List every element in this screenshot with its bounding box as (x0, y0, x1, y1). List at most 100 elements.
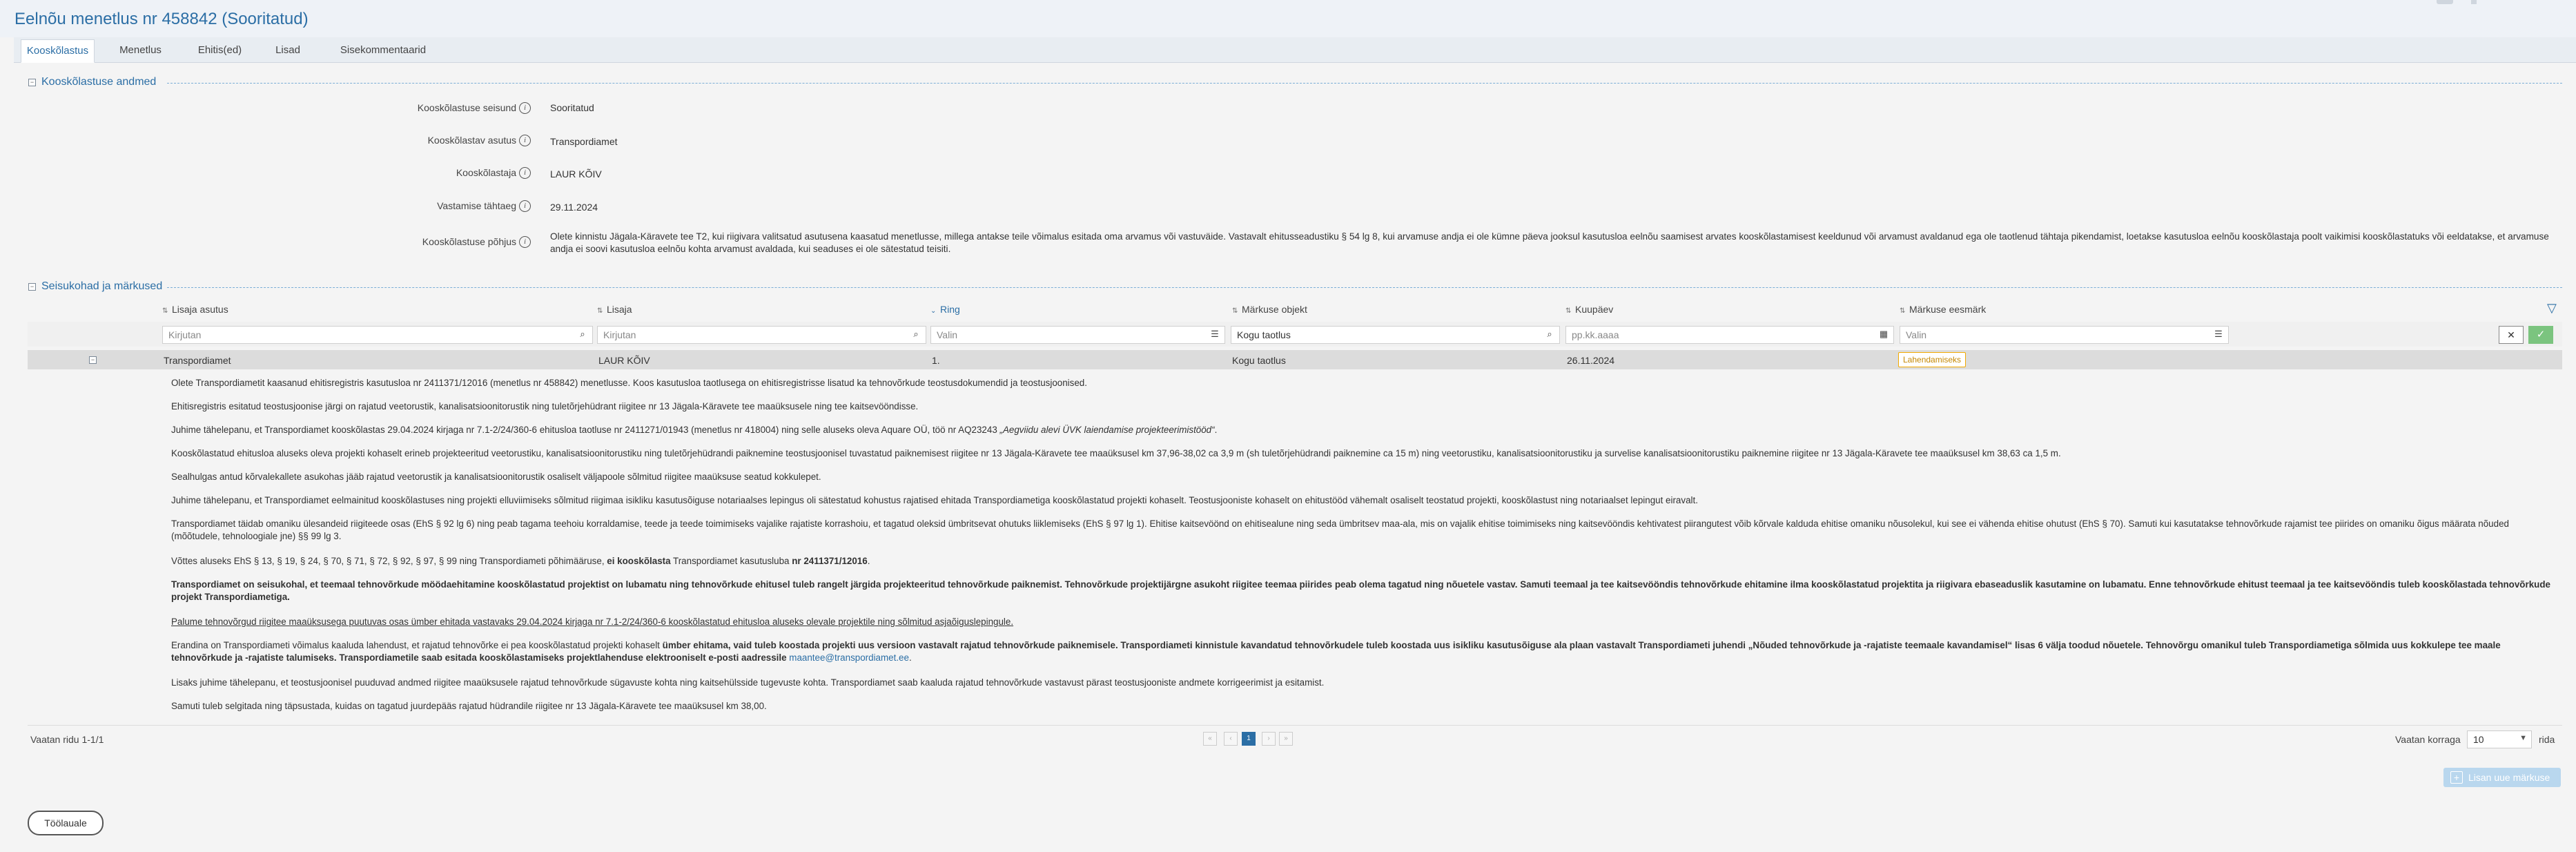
value-approval-status: Sooritatud (550, 102, 594, 113)
list-icon[interactable]: ☰ (1209, 329, 1220, 340)
apply-filters-button[interactable]: ✓ (2528, 326, 2553, 344)
remark-paragraph: Samuti tuleb selgitada ning täpsustada, … (171, 701, 767, 711)
filter-round-select[interactable]: Valin ☰ (930, 326, 1225, 344)
label-approving-agency: Kooskõlastav asutus (427, 135, 516, 146)
pagination-page-button[interactable]: 1 (1242, 732, 1256, 746)
column-header-adder[interactable]: ⇅ Lisaja (597, 304, 632, 315)
pagination-last-button[interactable]: » (1279, 732, 1293, 746)
per-page-value: 10 (2473, 734, 2484, 745)
page-title: Eelnõu menetlus nr 458842 (Sooritatud) (14, 10, 309, 28)
input-placeholder: pp.kk.aaaa (1572, 329, 1619, 340)
label-approval-reason: Kooskõlastuse põhjus (422, 236, 516, 247)
rows-suffix: rida (2539, 734, 2555, 745)
remark-paragraph: Olete Transpordiametit kaasanud ehitisre… (171, 378, 1087, 388)
section-divider (167, 83, 2562, 84)
pagination-prev-button[interactable]: ‹ (1224, 732, 1238, 746)
input-placeholder: Valin (1906, 329, 1927, 340)
back-to-dashboard-button[interactable]: Töölauale (28, 811, 104, 835)
value-approving-agency: Transpordiamet (550, 136, 618, 147)
text-span: Erandina on Transpordiameti võimalus kaa… (171, 640, 663, 650)
window-control[interactable] (2471, 0, 2477, 4)
row-expand-toggle[interactable]: − (89, 356, 97, 364)
info-icon[interactable]: i (519, 135, 531, 146)
section-divider (167, 287, 2562, 288)
tab-ehitised[interactable]: Ehitis(ed) (184, 39, 256, 61)
column-header-purpose[interactable]: ⇅ Märkuse eesmärk (1900, 304, 1986, 315)
tab-menetlus[interactable]: Menetlus (108, 39, 173, 61)
search-icon[interactable]: ⌕ (1544, 329, 1555, 340)
section-collapse-toggle[interactable]: − (28, 283, 36, 291)
filter-date-input[interactable]: pp.kk.aaaa ▦ (1565, 326, 1894, 344)
pagination-first-button[interactable]: « (1203, 732, 1217, 746)
label-approver: Kooskõlastaja (456, 167, 516, 178)
filter-org-input[interactable]: Kirjutan ⌕ (162, 326, 593, 344)
info-icon[interactable]: i (519, 236, 531, 248)
window-control[interactable] (2437, 0, 2453, 4)
tab-lisad[interactable]: Lisad (265, 39, 311, 61)
row-round: 1. (932, 355, 940, 366)
per-page-label: Vaatan korraga (2395, 734, 2461, 745)
sort-icon: ⇅ (597, 307, 603, 315)
search-icon[interactable]: ⌕ (577, 329, 588, 340)
column-label: Märkuse eesmärk (1909, 304, 1987, 315)
per-page-select[interactable]: 10 ▼ (2467, 730, 2532, 748)
column-label: Märkuse objekt (1242, 304, 1307, 315)
tab-sisekommentaarid[interactable]: Sisekommentaarid (324, 39, 442, 61)
plus-icon: + (2450, 771, 2463, 784)
input-placeholder: Kirjutan (168, 329, 202, 340)
info-icon[interactable]: i (519, 200, 531, 212)
column-header-date[interactable]: ⇅ Kuupäev (1565, 304, 1613, 315)
remark-paragraph: Lisaks juhime tähelepanu, et teostusjoon… (171, 677, 1325, 688)
add-remark-button[interactable]: + Lisan uue märkuse (2443, 768, 2561, 787)
text-span-bold: ei kooskõlasta (607, 556, 671, 566)
remark-paragraph: Transpordiamet on seisukohal, et teemaal… (171, 579, 2550, 602)
tab-bar: Kooskõlastus Menetlus Ehitis(ed) Lisad S… (14, 37, 2576, 63)
row-date: 26.11.2024 (1567, 355, 1615, 366)
sort-icon: ⇅ (162, 307, 168, 315)
column-label: Lisaja asutus (172, 304, 228, 315)
row-adder: LAUR KÕIV (598, 355, 650, 366)
divider (28, 725, 2562, 726)
info-icon[interactable]: i (519, 167, 531, 179)
sort-asc-icon: ⌄ (930, 307, 937, 315)
column-header-org[interactable]: ⇅ Lisaja asutus (162, 304, 228, 315)
pagination-next-button[interactable]: › (1262, 732, 1276, 746)
text-span: . (1214, 425, 1218, 435)
remark-paragraph: Sealhulgas antud kõrvalekallete asukohas… (171, 472, 821, 482)
section-title-remarks: Seisukohad ja märkused (41, 280, 163, 292)
info-icon[interactable]: i (519, 102, 531, 114)
remark-paragraph: Juhime tähelepanu, et Transpordiamet koo… (171, 424, 2559, 436)
page-header: Eelnõu menetlus nr 458842 (Sooritatud) (0, 0, 2576, 37)
filter-object-input[interactable]: Kogu taotlus ⌕ (1231, 326, 1560, 344)
status-badge: Lahendamiseks (1898, 352, 1967, 367)
input-placeholder: Kirjutan (603, 329, 636, 340)
column-header-object[interactable]: ⇅ Märkuse objekt (1232, 304, 1307, 315)
text-span: Juhime tähelepanu, et Transpordiamet koo… (171, 425, 1000, 435)
clear-filters-button[interactable]: ✕ (2499, 326, 2524, 344)
column-label: Ring (940, 304, 960, 315)
column-label: Lisaja (607, 304, 632, 315)
filter-icon[interactable]: ▽ (2547, 301, 2557, 316)
value-approval-reason: Olete kinnistu Jägala-Käravete tee T2, k… (550, 231, 2549, 254)
input-value: Kogu taotlus (1237, 329, 1291, 340)
list-icon[interactable]: ☰ (2213, 329, 2224, 340)
text-span: Võttes aluseks EhS § 13, § 19, § 24, § 7… (171, 556, 607, 566)
table-row[interactable] (28, 350, 2562, 369)
text-span: Transpordiamet kasutusluba (670, 556, 792, 566)
filter-adder-input[interactable]: Kirjutan ⌕ (597, 326, 926, 344)
sort-icon: ⇅ (1565, 307, 1572, 315)
column-header-round[interactable]: ⌄ Ring (930, 304, 960, 315)
email-link[interactable]: maantee@transpordiamet.ee (789, 652, 909, 663)
sort-icon: ⇅ (1900, 307, 1906, 315)
label-response-deadline: Vastamise tähtaeg (437, 200, 516, 211)
value-approver: LAUR KÕIV (550, 168, 602, 180)
section-collapse-toggle[interactable]: − (28, 79, 36, 86)
calendar-icon[interactable]: ▦ (1878, 329, 1889, 340)
add-remark-label: Lisan uue märkuse (2468, 772, 2550, 783)
column-label: Kuupäev (1575, 304, 1614, 315)
remark-paragraph: Erandina on Transpordiameti võimalus kaa… (171, 639, 2559, 664)
search-icon[interactable]: ⌕ (910, 329, 921, 340)
filter-purpose-select[interactable]: Valin ☰ (1900, 326, 2229, 344)
row-object: Kogu taotlus (1232, 355, 1286, 366)
tab-kooskolastus[interactable]: Kooskõlastus (21, 39, 95, 63)
